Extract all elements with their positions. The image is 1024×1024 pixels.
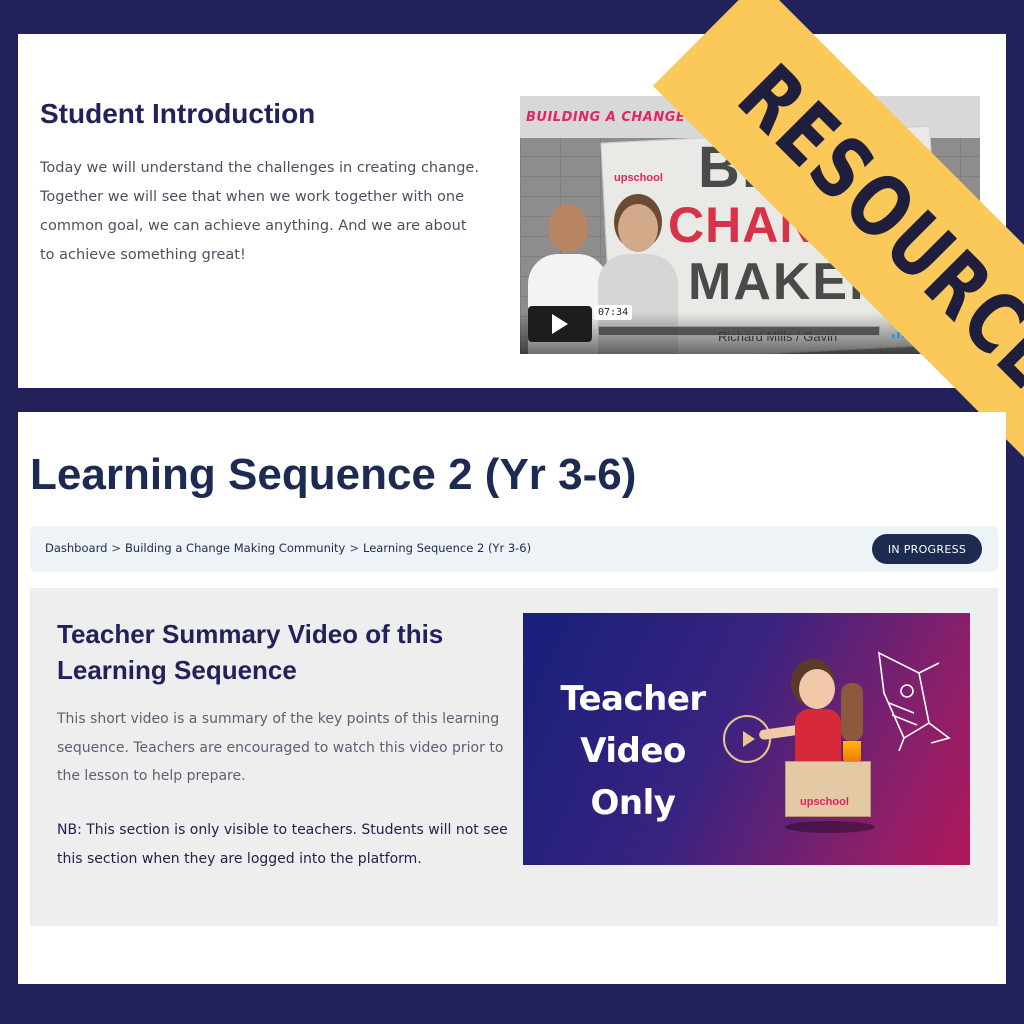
breadcrumb-current: Learning Sequence 2 (Yr 3-6) [363, 541, 532, 555]
breadcrumb-unit[interactable]: Building a Change Making Community [125, 541, 345, 555]
rocket-sketch-icon [878, 651, 951, 752]
student-introduction-title: Student Introduction [40, 98, 316, 129]
teacher-video-only-text: Teacher Video Only [543, 673, 723, 829]
jetpack [841, 683, 863, 741]
teacher-video-line3: Only [590, 783, 676, 823]
poster-word-change: CHANGE [668, 197, 891, 253]
student-introduction-panel: Student Introduction Today we will under… [18, 34, 1006, 388]
upschool-logo: upschool [614, 172, 663, 184]
breadcrumb-bar: Dashboard > Building a Change Making Com… [30, 526, 998, 572]
box-shadow [785, 821, 875, 833]
teacher-summary-card: Teacher Summary Video of this Learning S… [30, 588, 998, 926]
learning-sequence-panel: Learning Sequence 2 (Yr 3-6) Dashboard >… [18, 412, 1006, 984]
video-duration: 07:34 [594, 305, 633, 320]
volume-icon[interactable] [892, 324, 914, 338]
status-badge[interactable]: IN PROGRESS [872, 534, 982, 564]
poster-word-be: BE [698, 135, 783, 200]
cardboard-box: upschool [785, 761, 871, 817]
page-title: Learning Sequence 2 (Yr 3-6) [30, 450, 637, 499]
poster-word-maker: MAKER [688, 253, 889, 311]
breadcrumb-separator: > [349, 541, 360, 555]
teacher-video-line2: Video [580, 731, 686, 771]
student-introduction-video[interactable]: BUILDING A CHANGE MAKING upschool BE CHA… [520, 96, 980, 354]
video-progress-bar[interactable] [598, 326, 880, 336]
child-with-aviator-cap [799, 669, 835, 709]
teacher-summary-title: Teacher Summary Video of this Learning S… [57, 619, 444, 685]
upschool-logo: upschool [800, 796, 849, 808]
child-body [795, 709, 841, 765]
student-introduction-text: Today we will understand the challenges … [40, 160, 479, 263]
teacher-video-line1: Teacher [560, 679, 706, 719]
teacher-summary-text: This short video is a summary of the key… [57, 711, 504, 784]
play-button[interactable] [528, 306, 592, 342]
breadcrumb: Dashboard > Building a Change Making Com… [45, 541, 531, 555]
gear-icon[interactable]: ⚙ [922, 320, 936, 340]
teacher-visibility-note: NB: This section is only visible to teac… [57, 822, 508, 867]
video-banner-text: BUILDING A CHANGE MAKING [526, 110, 753, 125]
teacher-summary-video[interactable]: Teacher Video Only upschool [523, 613, 970, 865]
breadcrumb-dashboard[interactable]: Dashboard [45, 541, 107, 555]
breadcrumb-separator: > [111, 541, 122, 555]
